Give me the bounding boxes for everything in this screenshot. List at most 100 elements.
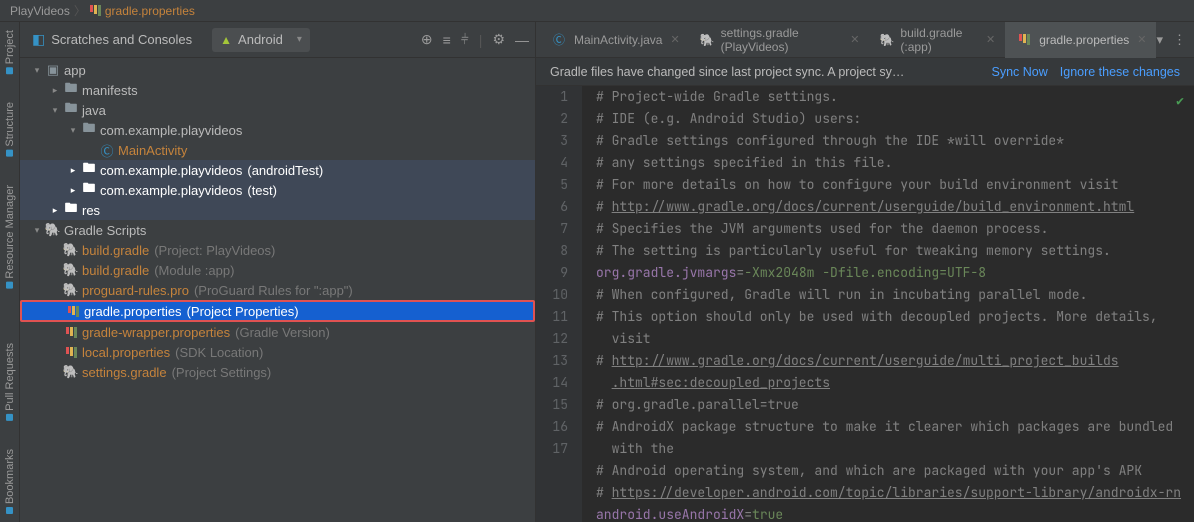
tree-icon: 🐘 (62, 242, 80, 258)
chevron-icon[interactable]: ▾ (48, 105, 62, 116)
chevron-icon[interactable]: ▾ (30, 225, 44, 236)
tree-item-com-example-playvideos[interactable]: ▸🖿com.example.playvideos(test) (20, 180, 535, 200)
tab-build-gradle-app-[interactable]: 🐘 build.gradle (:app) ✕ (869, 22, 1005, 58)
gutter: 1234567891011121314151617 (536, 86, 582, 522)
chevron-icon[interactable]: ▸ (48, 205, 62, 216)
tree-icon: 🖿 (80, 179, 98, 201)
code-line[interactable]: org.gradle.jvmargs=-Xmx2048m -Dfile.enco… (596, 262, 1194, 284)
collapse-all-icon[interactable]: ⫩ (461, 31, 469, 48)
tree-item-gradle-properties[interactable]: gradle.properties(Project Properties) (20, 300, 535, 322)
tree-item-mainactivity[interactable]: ⒸMainActivity (20, 140, 535, 160)
code-line[interactable]: visit (596, 328, 1194, 350)
tree-item-res[interactable]: ▸🖿res (20, 200, 535, 220)
tree-suffix: (SDK Location) (175, 345, 263, 360)
close-icon[interactable]: ✕ (670, 33, 679, 46)
properties-icon (90, 5, 101, 16)
notification-text: Gradle files have changed since last pro… (550, 65, 904, 79)
tree-item-com-example-playvideos[interactable]: ▸🖿com.example.playvideos(androidTest) (20, 160, 535, 180)
tree-suffix: (Module :app) (154, 263, 234, 278)
tree-item-gradle-wrapper-properties[interactable]: gradle-wrapper.properties(Gradle Version… (20, 322, 535, 342)
code-line[interactable]: # When configured, Gradle will run in in… (596, 284, 1194, 306)
code-line[interactable]: # any settings specified in this file. (596, 152, 1194, 174)
tree-icon: 🖿 (62, 199, 80, 221)
tree-label: app (64, 63, 86, 78)
breadcrumb-file[interactable]: gradle.properties (105, 4, 195, 18)
code-line[interactable]: # Android operating system, and which ar… (596, 460, 1194, 482)
code-line[interactable]: .html#sec:decoupled_projects (596, 372, 1194, 394)
breadcrumb-project[interactable]: PlayVideos (10, 4, 70, 18)
editor-body[interactable]: 1234567891011121314151617 # Project-wide… (536, 86, 1194, 522)
project-view-selector[interactable]: ▲ Android ▾ (212, 28, 310, 52)
more-icon[interactable]: ⋮ (1173, 32, 1186, 48)
tree-icon: ▣ (44, 62, 62, 78)
tree-item-local-properties[interactable]: local.properties(SDK Location) (20, 342, 535, 362)
panel-title[interactable]: ◧ Scratches and Consoles (32, 31, 192, 48)
code-area[interactable]: # Project-wide Gradle settings.# IDE (e.… (582, 86, 1194, 522)
code-line[interactable]: # http://www.gradle.org/docs/current/use… (596, 196, 1194, 218)
tree-label: build.gradle (82, 263, 149, 278)
tree-icon: 🐘 (62, 364, 80, 380)
code-line[interactable]: # Gradle settings configured through the… (596, 130, 1194, 152)
ignore-changes-link[interactable]: Ignore these changes (1060, 65, 1180, 79)
tab-icon: 🐘 (879, 33, 894, 47)
tree-item-build-gradle[interactable]: 🐘build.gradle(Module :app) (20, 260, 535, 280)
tree-label: gradle-wrapper.properties (82, 325, 230, 340)
tab-label: MainActivity.java (574, 33, 662, 47)
tab-label: gradle.properties (1039, 33, 1129, 47)
tree-label: java (82, 103, 106, 118)
code-line[interactable]: # http://www.gradle.org/docs/current/use… (596, 350, 1194, 372)
sync-notification-bar: Gradle files have changed since last pro… (536, 58, 1194, 86)
rail-project[interactable]: Project (4, 26, 16, 78)
sync-now-link[interactable]: Sync Now (991, 65, 1047, 79)
code-line[interactable]: # This option should only be used with d… (596, 306, 1194, 328)
tab-icon: 🐘 (700, 33, 715, 47)
tree-icon: 🖿 (62, 79, 80, 101)
chevron-icon[interactable]: ▾ (30, 65, 44, 76)
chevron-icon[interactable]: ▸ (66, 185, 80, 196)
code-line[interactable]: android.useAndroidX=true (596, 504, 1194, 522)
rail-resource-manager[interactable]: Resource Manager (4, 181, 16, 293)
tree-item-com-example-playvideos[interactable]: ▾🖿com.example.playvideos (20, 120, 535, 140)
code-line[interactable]: # For more details on how to configure y… (596, 174, 1194, 196)
close-icon[interactable]: ✕ (850, 33, 859, 46)
breadcrumb: PlayVideos 〉 gradle.properties (0, 0, 1194, 22)
tree-icon: 🐘 (62, 282, 80, 298)
tree-label: build.gradle (82, 243, 149, 258)
chevron-icon[interactable]: ▸ (48, 85, 62, 96)
code-line[interactable]: # IDE (e.g. Android Studio) users: (596, 108, 1194, 130)
chevron-icon[interactable]: ▸ (66, 165, 80, 176)
code-line[interactable]: with the (596, 438, 1194, 460)
code-line[interactable]: # AndroidX package structure to make it … (596, 416, 1194, 438)
code-line[interactable]: # org.gradle.parallel=true (596, 394, 1194, 416)
tree-item-app[interactable]: ▾▣app (20, 60, 535, 80)
tree-label: com.example.playvideos (100, 123, 242, 138)
expand-all-icon[interactable]: ≡ (443, 32, 451, 48)
minimize-icon[interactable]: — (515, 32, 529, 48)
rail-structure[interactable]: Structure (4, 98, 16, 161)
tab-mainactivity-java[interactable]: ⒸMainActivity.java✕ (540, 22, 690, 58)
tab-gradle-properties[interactable]: gradle.properties ✕ (1005, 22, 1156, 58)
tree-item-build-gradle[interactable]: 🐘build.gradle(Project: PlayVideos) (20, 240, 535, 260)
inspection-ok-icon[interactable]: ✔ (1176, 90, 1184, 112)
tree-item-gradle-scripts[interactable]: ▾🐘Gradle Scripts (20, 220, 535, 240)
code-line[interactable]: # Project-wide Gradle settings. (596, 86, 1194, 108)
tab-settings-gradle-playvideos-[interactable]: 🐘settings.gradle (PlayVideos)✕ (690, 22, 870, 58)
code-line[interactable]: # Specifies the JVM arguments used for t… (596, 218, 1194, 240)
gear-icon[interactable]: ⚙ (492, 31, 505, 48)
tree-item-java[interactable]: ▾🖿java (20, 100, 535, 120)
chevron-icon[interactable]: ▾ (66, 125, 80, 136)
tree-item-proguard-rules-pro[interactable]: 🐘proguard-rules.pro(ProGuard Rules for "… (20, 280, 535, 300)
tree-item-manifests[interactable]: ▸🖿manifests (20, 80, 535, 100)
target-icon[interactable]: ⊕ (421, 31, 433, 48)
close-icon[interactable]: ✕ (1137, 33, 1146, 46)
chevron-down-icon[interactable]: ▾ (1156, 32, 1163, 48)
tree-item-settings-gradle[interactable]: 🐘settings.gradle(Project Settings) (20, 362, 535, 382)
code-line[interactable]: # The setting is particularly useful for… (596, 240, 1194, 262)
tab-label: build.gradle (:app) (900, 26, 978, 54)
close-icon[interactable]: ✕ (986, 33, 995, 46)
rail-pull-requests[interactable]: Pull Requests (4, 339, 16, 425)
tool-window-rail: Project Structure Resource Manager Pull Re… (0, 22, 20, 522)
project-tree[interactable]: ▾▣app▸🖿manifests▾🖿java▾🖿com.example.play… (20, 58, 535, 522)
rail-bookmarks[interactable]: Bookmarks (4, 445, 16, 518)
code-line[interactable]: # https://developer.android.com/topic/li… (596, 482, 1194, 504)
